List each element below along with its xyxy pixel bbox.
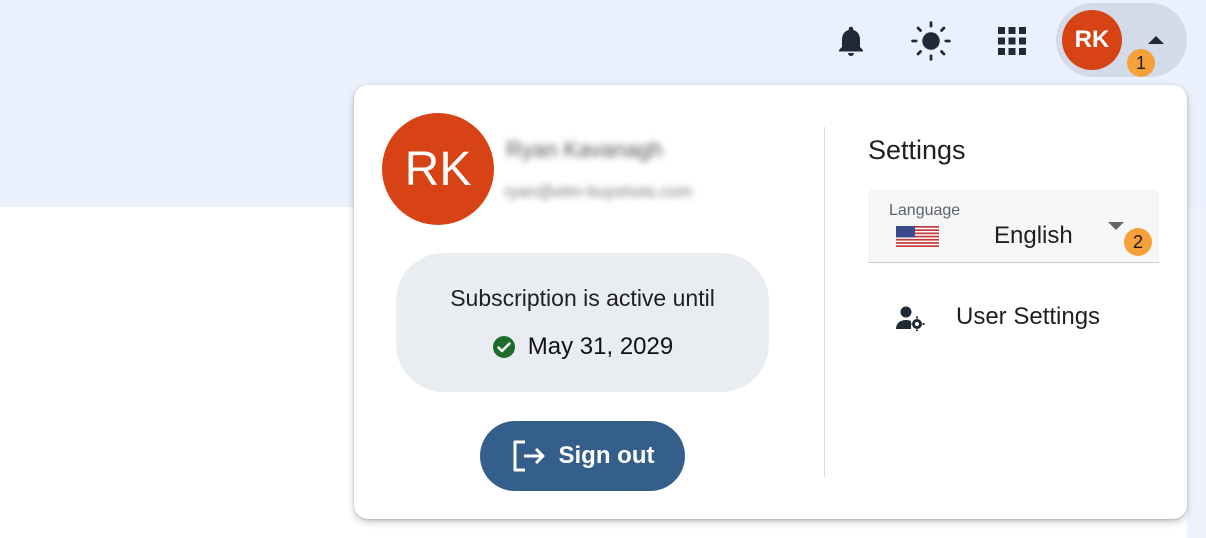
sun-icon — [911, 21, 951, 61]
notifications-button[interactable] — [829, 19, 873, 63]
subscription-status: Subscription is active until — [450, 285, 715, 311]
user-settings-label: User Settings — [956, 303, 1101, 330]
logout-icon — [513, 440, 544, 472]
subscription-end-date: May 31, 2029 — [527, 333, 674, 360]
caret-up-icon — [1148, 36, 1164, 44]
scroll-area-strip — [1187, 207, 1206, 538]
apps-button[interactable] — [990, 19, 1034, 63]
sign-out-label: Sign out — [558, 442, 655, 469]
user-email: ryan@elm-buyshots.com — [504, 182, 693, 201]
check-circle-icon — [492, 336, 515, 358]
language-label: Language — [889, 202, 961, 219]
account-dropdown-panel: RK Ryan Kavanagh ryan@elm-buyshots.com S… — [354, 85, 1187, 519]
user-settings-icon — [896, 306, 925, 331]
panel-divider — [824, 127, 825, 477]
language-value: English — [994, 222, 1073, 249]
avatar: RK — [1062, 10, 1122, 70]
step-badge-1: 1 — [1127, 49, 1155, 77]
dropdown-caret-icon — [1108, 222, 1124, 230]
settings-heading: Settings — [868, 135, 966, 165]
us-flag-icon — [896, 226, 939, 247]
subscription-card: Subscription is active until May 31, 202… — [396, 253, 769, 392]
account-menu-button[interactable]: RK — [1056, 3, 1187, 77]
bell-icon — [839, 26, 863, 56]
user-settings-item[interactable]: User Settings — [868, 293, 1159, 343]
theme-toggle-button[interactable] — [909, 19, 953, 63]
sign-out-button[interactable]: Sign out — [480, 421, 685, 491]
step-badge-2: 2 — [1124, 228, 1152, 256]
profile-avatar: RK — [382, 113, 494, 225]
user-name: Ryan Kavanagh — [506, 137, 663, 162]
subscription-date-row: May 31, 2029 — [396, 333, 769, 361]
language-select[interactable]: Language English — [868, 190, 1159, 263]
apps-grid-icon — [998, 27, 1026, 55]
